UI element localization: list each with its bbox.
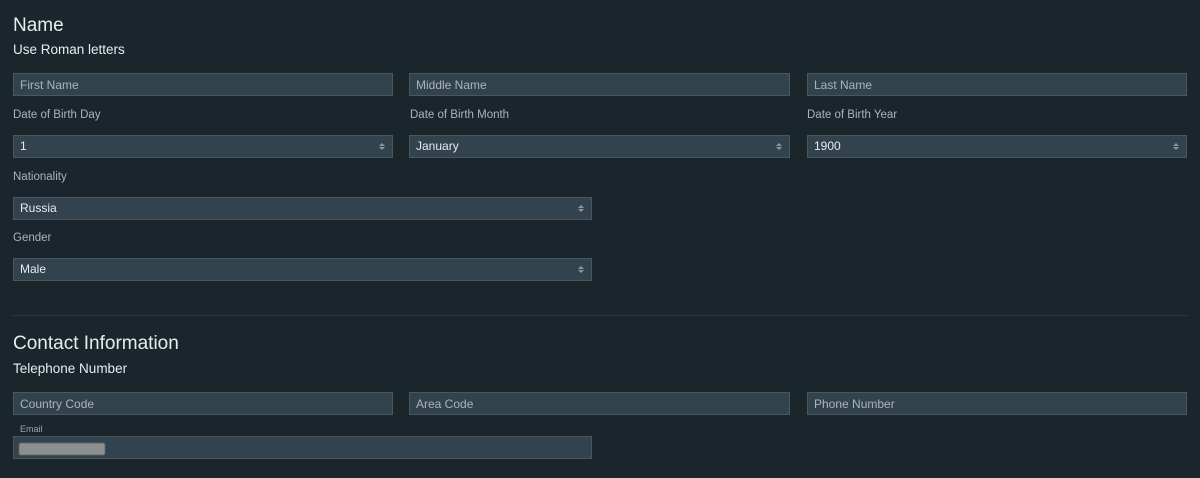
registration-form: Name Use Roman letters Date of Birth Day… (0, 0, 1200, 478)
telephone-subtitle: Telephone Number (13, 361, 128, 376)
dob-month-value: January (416, 139, 459, 153)
sort-caret-icon (577, 264, 585, 276)
nationality-value: Russia (20, 201, 57, 215)
dob-month-label: Date of Birth Month (410, 109, 510, 121)
gender-label: Gender (13, 232, 52, 244)
sort-caret-icon (1172, 141, 1180, 153)
dob-year-label: Date of Birth Year (807, 109, 898, 121)
middle-name-input[interactable] (409, 73, 790, 96)
nationality-select[interactable]: Russia (13, 197, 592, 220)
sort-caret-icon (378, 141, 386, 153)
phone-number-input[interactable] (807, 392, 1187, 415)
last-name-input[interactable] (807, 73, 1187, 96)
nationality-label: Nationality (13, 171, 67, 183)
first-name-input[interactable] (13, 73, 393, 96)
dob-day-value: 1 (20, 139, 27, 153)
name-section-subtitle: Use Roman letters (13, 42, 125, 57)
dob-day-label: Date of Birth Day (13, 109, 101, 121)
name-section-title: Name (13, 15, 64, 36)
section-divider (13, 315, 1187, 316)
sort-caret-icon (775, 141, 783, 153)
contact-section-title: Contact Information (13, 333, 179, 354)
redacted-email-value (19, 443, 105, 455)
dob-year-value: 1900 (814, 139, 841, 153)
email-label: Email (20, 424, 43, 434)
gender-select[interactable]: Male (13, 258, 592, 281)
gender-value: Male (20, 262, 47, 276)
country-code-input[interactable] (13, 392, 393, 415)
dob-year-select[interactable]: 1900 (807, 135, 1187, 158)
area-code-input[interactable] (409, 392, 790, 415)
dob-month-select[interactable]: January (409, 135, 790, 158)
dob-day-select[interactable]: 1 (13, 135, 393, 158)
sort-caret-icon (577, 203, 585, 215)
